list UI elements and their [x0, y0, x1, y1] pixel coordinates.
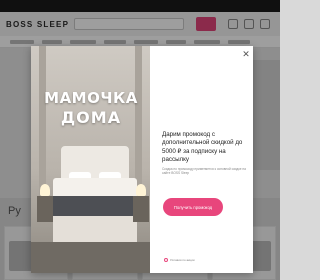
promo-terms-link[interactable]: Условия по акции [170, 258, 230, 262]
promo-image: МАМОЧКА ДОМА [31, 46, 150, 273]
banner-title: МАМОЧКА ДОМА [41, 89, 141, 127]
close-icon[interactable]: ✕ [241, 49, 251, 59]
info-icon [164, 258, 168, 262]
banner-title-line2: ДОМА [60, 108, 122, 127]
bed-blanket [53, 196, 137, 216]
lamp [136, 184, 146, 196]
get-promocode-button[interactable]: Получить промокод [163, 198, 223, 216]
promo-text: Дарим промокод с дополнительной скидкой … [162, 131, 243, 163]
nightstand [133, 196, 149, 222]
banner-title-line1: МАМОЧКА [44, 89, 138, 107]
promo-modal: МАМОЧКА ДОМА ✕ Дарим промокод с дополнит… [31, 46, 253, 273]
promo-subtext: Скидка по промокоду применяется к основн… [162, 167, 246, 176]
lamp [40, 184, 50, 196]
nightstand [37, 196, 53, 222]
floor [31, 242, 150, 273]
